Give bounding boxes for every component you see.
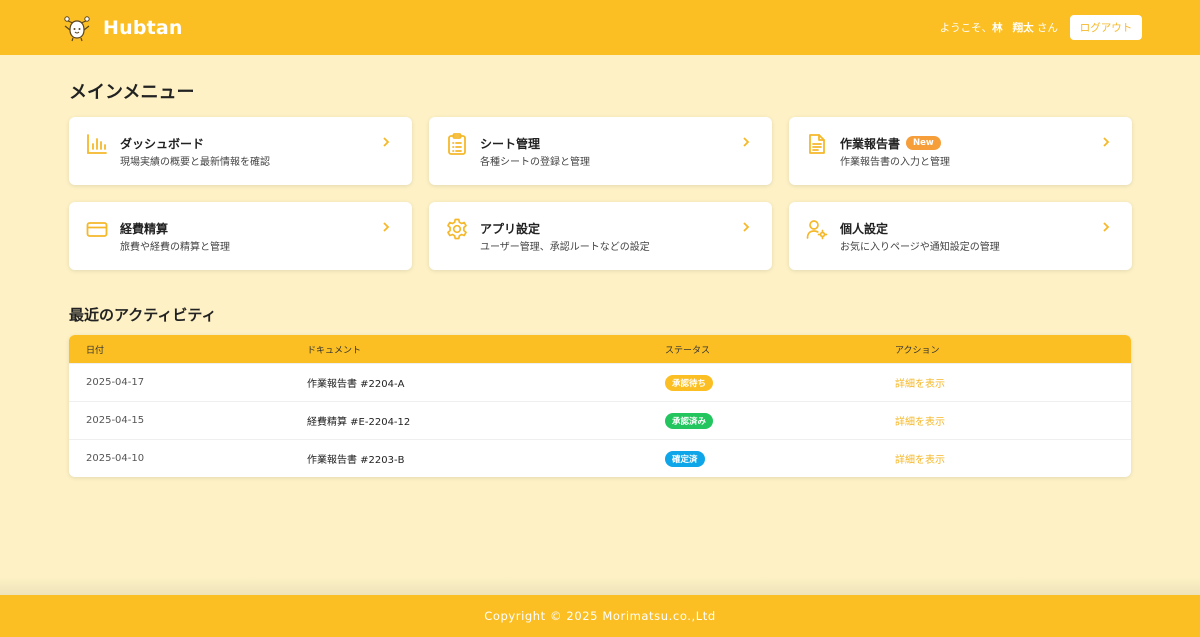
logout-button[interactable]: ログアウト	[1070, 15, 1142, 40]
app-footer: Copyright © 2025 Morimatsu.co.,Ltd	[0, 595, 1200, 637]
status-badge: 確定済	[665, 450, 705, 467]
column-header-action: アクション	[895, 345, 940, 356]
welcome-message: ようこそ、林 翔太 さん	[940, 20, 1058, 35]
chevron-right-icon	[743, 222, 750, 232]
main-menu-title: メインメニュー	[69, 82, 195, 103]
new-badge: New	[906, 136, 941, 150]
menu-card-title: ダッシュボード	[120, 136, 205, 151]
column-header-status: ステータス	[665, 345, 711, 356]
column-header-date: 日付	[86, 345, 105, 356]
menu-card-work-report[interactable]: 作業報告書 New 作業報告書の入力と管理	[789, 117, 1132, 185]
user-area: ようこそ、林 翔太 さん ログアウト	[940, 15, 1142, 40]
view-details-link[interactable]: 詳細を表示	[895, 379, 945, 390]
menu-card-title: 作業報告書	[840, 136, 901, 151]
copyright-text: Copyright © 2025 Morimatsu.co.,Ltd	[484, 609, 716, 623]
user-settings-icon	[806, 220, 828, 240]
recent-activity-title: 最近のアクティビティ	[69, 306, 217, 324]
chevron-right-icon	[743, 137, 750, 147]
chevron-right-icon	[1103, 222, 1110, 232]
row-document: 作業報告書 #2204-A	[307, 379, 405, 390]
welcome-suffix: さん	[1037, 22, 1058, 34]
menu-card-app-settings[interactable]: アプリ設定 ユーザー管理、承認ルートなどの設定	[429, 202, 772, 270]
status-badge: 承認済み	[665, 412, 714, 429]
menu-card-desc: 作業報告書の入力と管理	[840, 157, 950, 168]
row-document: 経費精算 #E-2204-12	[307, 417, 411, 428]
menu-card-personal-settings[interactable]: 個人設定 お気に入りページや通知設定の管理	[789, 202, 1132, 270]
menu-card-sheet-management[interactable]: シート管理 各種シートの登録と管理	[429, 117, 772, 185]
footer-shadow	[0, 577, 1200, 595]
menu-card-title: 個人設定	[840, 221, 889, 236]
status-badge: 承認待ち	[665, 374, 714, 391]
menu-card-title: シート管理	[480, 136, 541, 151]
table-row: 2025-04-15 経費精算 #E-2204-12 承認済み 詳細を表示	[69, 401, 1131, 439]
row-date: 2025-04-10	[86, 453, 145, 464]
credit-card-icon	[86, 222, 108, 237]
view-details-link[interactable]: 詳細を表示	[895, 417, 945, 428]
chevron-right-icon	[383, 222, 390, 232]
menu-card-desc: お気に入りページや通知設定の管理	[840, 242, 1000, 253]
user-last-name: 林	[992, 22, 1003, 34]
row-document: 作業報告書 #2203-B	[307, 455, 405, 466]
user-first-name: 翔太	[1012, 22, 1034, 34]
table-row: 2025-04-10 作業報告書 #2203-B 確定済 詳細を表示	[69, 439, 1131, 477]
brand[interactable]: Hubtan	[62, 13, 183, 43]
brand-name: Hubtan	[103, 16, 183, 39]
column-header-document: ドキュメント	[307, 345, 362, 356]
activity-table: 日付 ドキュメント ステータス アクション 2025-04-17 作業報告書 #…	[69, 335, 1131, 477]
chevron-right-icon	[1103, 137, 1110, 147]
menu-card-desc: 現場実績の概要と最新情報を確認	[120, 157, 270, 168]
row-date: 2025-04-17	[86, 377, 145, 388]
table-row: 2025-04-17 作業報告書 #2204-A 承認待ち 詳細を表示	[69, 363, 1131, 401]
chevron-right-icon	[383, 137, 390, 147]
document-icon	[809, 134, 825, 154]
table-header: 日付 ドキュメント ステータス アクション	[69, 335, 1131, 363]
menu-card-title: アプリ設定	[480, 221, 541, 236]
welcome-prefix: ようこそ、	[939, 22, 993, 34]
mascot-logo-icon	[64, 15, 90, 41]
gear-icon	[447, 218, 467, 240]
menu-card-desc: 旅費や経費の精算と管理	[120, 242, 230, 253]
main-menu-grid: ダッシュボード 現場実績の概要と最新情報を確認 シート管理 各種シートの登録と管…	[69, 117, 1132, 270]
row-date: 2025-04-15	[86, 415, 145, 426]
app-header: Hubtan ようこそ、林 翔太 さん ログアウト	[0, 0, 1200, 55]
bar-chart-icon	[87, 134, 107, 154]
clipboard-list-icon	[448, 133, 466, 155]
menu-card-expense[interactable]: 経費精算 旅費や経費の精算と管理	[69, 202, 412, 270]
menu-card-dashboard[interactable]: ダッシュボード 現場実績の概要と最新情報を確認	[69, 117, 412, 185]
menu-card-desc: 各種シートの登録と管理	[480, 157, 590, 168]
menu-card-title: 経費精算	[120, 221, 169, 236]
menu-card-desc: ユーザー管理、承認ルートなどの設定	[480, 242, 650, 253]
view-details-link[interactable]: 詳細を表示	[895, 455, 945, 466]
